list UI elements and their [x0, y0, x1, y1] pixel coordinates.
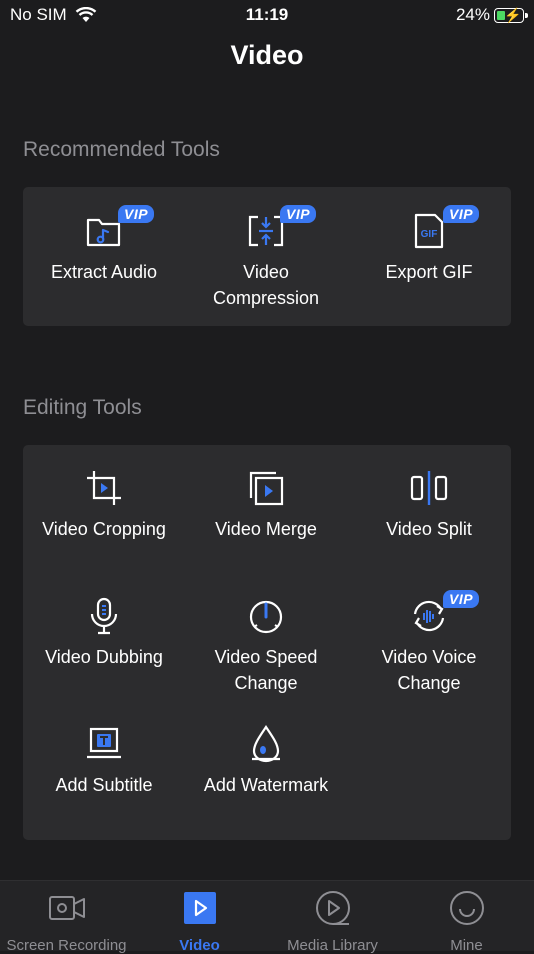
editing-tools-card: Video Cropping Video Merge Video Split V…: [23, 445, 511, 840]
video-cropping-button[interactable]: Video Cropping: [23, 468, 185, 542]
tool-label: Add Subtitle: [55, 775, 153, 795]
recommended-tools-title: Recommended Tools: [23, 138, 220, 161]
tool-label: Video Cropping: [42, 519, 166, 539]
tab-label: Media Library: [287, 937, 378, 954]
export-gif-button[interactable]: GIF VIP Export GIF: [348, 205, 510, 285]
video-compression-button[interactable]: VIP Video Compression: [186, 205, 346, 311]
video-dubbing-button[interactable]: Video Dubbing: [23, 596, 185, 670]
vip-badge: VIP: [443, 205, 480, 223]
tool-label: Video Split: [386, 519, 472, 539]
video-voice-change-button[interactable]: VIP Video Voice Change: [348, 590, 510, 696]
video-speed-change-button[interactable]: Video Speed Change: [186, 596, 346, 696]
tab-bar: Screen Recording Video Media Library Min…: [0, 880, 534, 954]
split-icon: [410, 471, 448, 505]
media-library-icon: [315, 891, 350, 925]
vip-badge: VIP: [443, 590, 480, 608]
vip-badge: VIP: [280, 205, 317, 223]
tab-media-library[interactable]: Media Library: [266, 881, 399, 954]
merge-icon: [249, 471, 284, 506]
tab-label: Video: [179, 937, 220, 954]
tool-label: Extract Audio: [50, 262, 158, 282]
page-title: Video: [230, 40, 304, 70]
editing-tools-title: Editing Tools: [23, 396, 142, 419]
status-time: 11:19: [245, 5, 289, 24]
tab-screen-recording[interactable]: Screen Recording: [0, 881, 133, 954]
tool-label: Video Merge: [215, 519, 317, 539]
watermark-icon: [252, 725, 280, 763]
vip-badge: VIP: [118, 205, 155, 223]
svg-text:GIF: GIF: [421, 229, 438, 240]
profile-icon: [449, 891, 484, 925]
status-right: 24% ⚡: [455, 5, 528, 25]
tool-label: Video Speed Change: [214, 647, 318, 693]
tool-label: Video Voice Change: [381, 647, 477, 693]
battery-icon: ⚡: [494, 7, 528, 23]
camera-icon: [48, 896, 85, 920]
speed-dial-icon: [249, 600, 283, 634]
tab-mine[interactable]: Mine: [400, 881, 533, 954]
video-merge-button[interactable]: Video Merge: [186, 468, 346, 542]
add-subtitle-button[interactable]: Add Subtitle: [23, 724, 185, 798]
add-watermark-button[interactable]: Add Watermark: [186, 724, 346, 798]
tab-label: Screen Recording: [6, 937, 127, 954]
battery-percent: 24%: [455, 5, 490, 24]
video-split-button[interactable]: Video Split: [348, 468, 510, 542]
status-bar: No SIM 11:19 24% ⚡: [0, 0, 534, 32]
microphone-icon: [90, 597, 118, 635]
tool-label: Export GIF: [385, 262, 473, 282]
tool-label: Video Compression: [212, 262, 320, 308]
subtitle-icon: [87, 727, 121, 759]
tab-video[interactable]: Video: [133, 881, 266, 954]
tab-label: Mine: [450, 937, 483, 954]
extract-audio-button[interactable]: VIP Extract Audio: [23, 205, 185, 285]
recommended-tools-card: VIP Extract Audio VIP Video Compression …: [23, 187, 511, 326]
play-icon: [183, 892, 216, 924]
crop-icon: [87, 471, 121, 505]
tool-label: Add Watermark: [203, 775, 329, 795]
tool-label: Video Dubbing: [45, 647, 163, 667]
